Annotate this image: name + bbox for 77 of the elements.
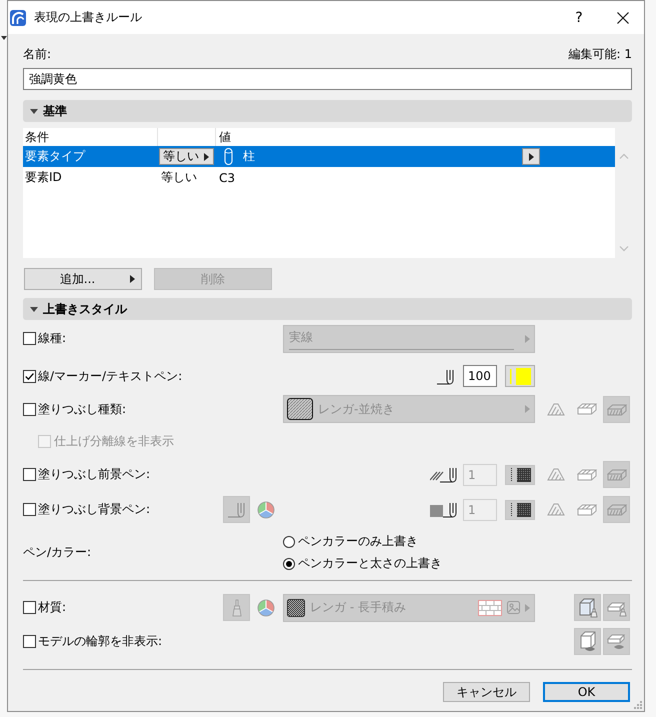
name-label: 名前: xyxy=(23,46,52,62)
slab-button[interactable] xyxy=(603,628,630,655)
radio-label[interactable]: ペンカラーと太さの上書き xyxy=(298,555,442,572)
column-header: 条件 xyxy=(25,128,49,146)
caret-icon xyxy=(525,604,530,612)
table-cell: C3 xyxy=(219,170,236,184)
hatched-slab-icon xyxy=(606,503,626,516)
table-row[interactable]: 要素タイプ 等しい 柱 xyxy=(23,146,615,167)
value-menu-button[interactable] xyxy=(522,148,540,165)
hatched-slab-icon xyxy=(606,402,626,416)
column-header: 値 xyxy=(219,128,231,146)
checker-swatch-icon xyxy=(287,598,305,616)
operator-dropdown[interactable]: 等しい xyxy=(159,148,214,165)
section-header[interactable]: 上書きスタイル xyxy=(23,298,632,320)
hatched-trapezoid-icon[interactable] xyxy=(547,468,565,481)
hatched-slab-icon xyxy=(606,468,626,481)
hatch-pen-icon xyxy=(430,466,458,483)
table-cell: 柱 xyxy=(243,148,255,165)
radio-button[interactable] xyxy=(283,558,295,570)
hatched-block-icon[interactable] xyxy=(577,504,597,516)
field-label: ペン/カラー: xyxy=(23,544,92,561)
caret-icon xyxy=(1,36,7,40)
color-button[interactable] xyxy=(505,365,535,387)
help-button[interactable]: ? xyxy=(557,1,601,34)
hatch-swatch-icon xyxy=(287,398,313,420)
hatched-block-icon[interactable] xyxy=(577,468,597,480)
slab-eye-icon xyxy=(606,632,626,650)
resize-grip-icon[interactable] xyxy=(634,701,642,709)
scroll-down-icon[interactable] xyxy=(618,246,628,252)
table-cell: 要素タイプ xyxy=(25,148,85,165)
slab-button[interactable] xyxy=(603,594,630,621)
cube-brush-icon xyxy=(578,597,598,618)
table-cell: 要素ID xyxy=(25,169,62,186)
caret-icon xyxy=(528,152,534,160)
dialog-button[interactable]: キャンセル xyxy=(443,682,530,702)
caret-icon xyxy=(130,275,135,283)
scroll-up-icon[interactable] xyxy=(618,153,628,159)
editable-count: 編集可能: 1 xyxy=(568,46,632,62)
slab-button[interactable] xyxy=(603,496,630,523)
add-button[interactable]: 追加... xyxy=(24,268,142,290)
cube-eye-icon xyxy=(578,631,598,652)
pattern-icon xyxy=(509,468,531,482)
checkbox[interactable] xyxy=(23,370,36,382)
brush-button[interactable] xyxy=(223,594,250,621)
cylinder-icon xyxy=(224,148,233,165)
color-wheel-icon[interactable] xyxy=(257,500,275,518)
pattern-icon xyxy=(509,502,531,516)
radio-label[interactable]: ペンカラーのみ上書き xyxy=(298,533,418,550)
fill-pen-icon xyxy=(430,501,458,518)
caret-icon xyxy=(525,405,530,413)
dialog-button[interactable]: OK xyxy=(543,682,630,702)
section-header[interactable]: 基準 xyxy=(23,100,632,122)
pen-number-field[interactable]: 100 xyxy=(463,365,497,387)
image-icon xyxy=(507,601,520,614)
pen-icon xyxy=(228,501,246,518)
hatched-trapezoid-icon[interactable] xyxy=(547,503,565,516)
caret-icon xyxy=(204,152,209,160)
name-field[interactable]: 強調黄色 xyxy=(23,68,632,90)
brick-icon xyxy=(478,600,502,616)
table-row[interactable]: 要素ID 等しい C3 xyxy=(23,167,615,188)
pen-icon xyxy=(437,368,455,384)
table-cell: 等しい xyxy=(161,169,197,186)
checkbox-label[interactable]: 線/マーカー/テキストペン: xyxy=(38,368,182,384)
color-wheel-icon[interactable] xyxy=(257,598,275,616)
line-pattern-button[interactable] xyxy=(505,500,535,520)
slab-button[interactable] xyxy=(603,396,630,422)
hatched-trapezoid-icon[interactable] xyxy=(547,402,565,416)
window-title: 表現の上書きルール xyxy=(34,9,142,26)
caret-icon xyxy=(525,334,530,342)
cube-button[interactable] xyxy=(574,594,601,621)
close-icon xyxy=(616,12,628,24)
line-pattern-button[interactable] xyxy=(505,464,535,484)
pen-button[interactable] xyxy=(223,496,250,523)
radio-button[interactable] xyxy=(283,536,295,548)
slab-button[interactable] xyxy=(603,461,630,488)
brush-icon xyxy=(232,598,242,616)
hatched-block-icon[interactable] xyxy=(577,403,597,415)
